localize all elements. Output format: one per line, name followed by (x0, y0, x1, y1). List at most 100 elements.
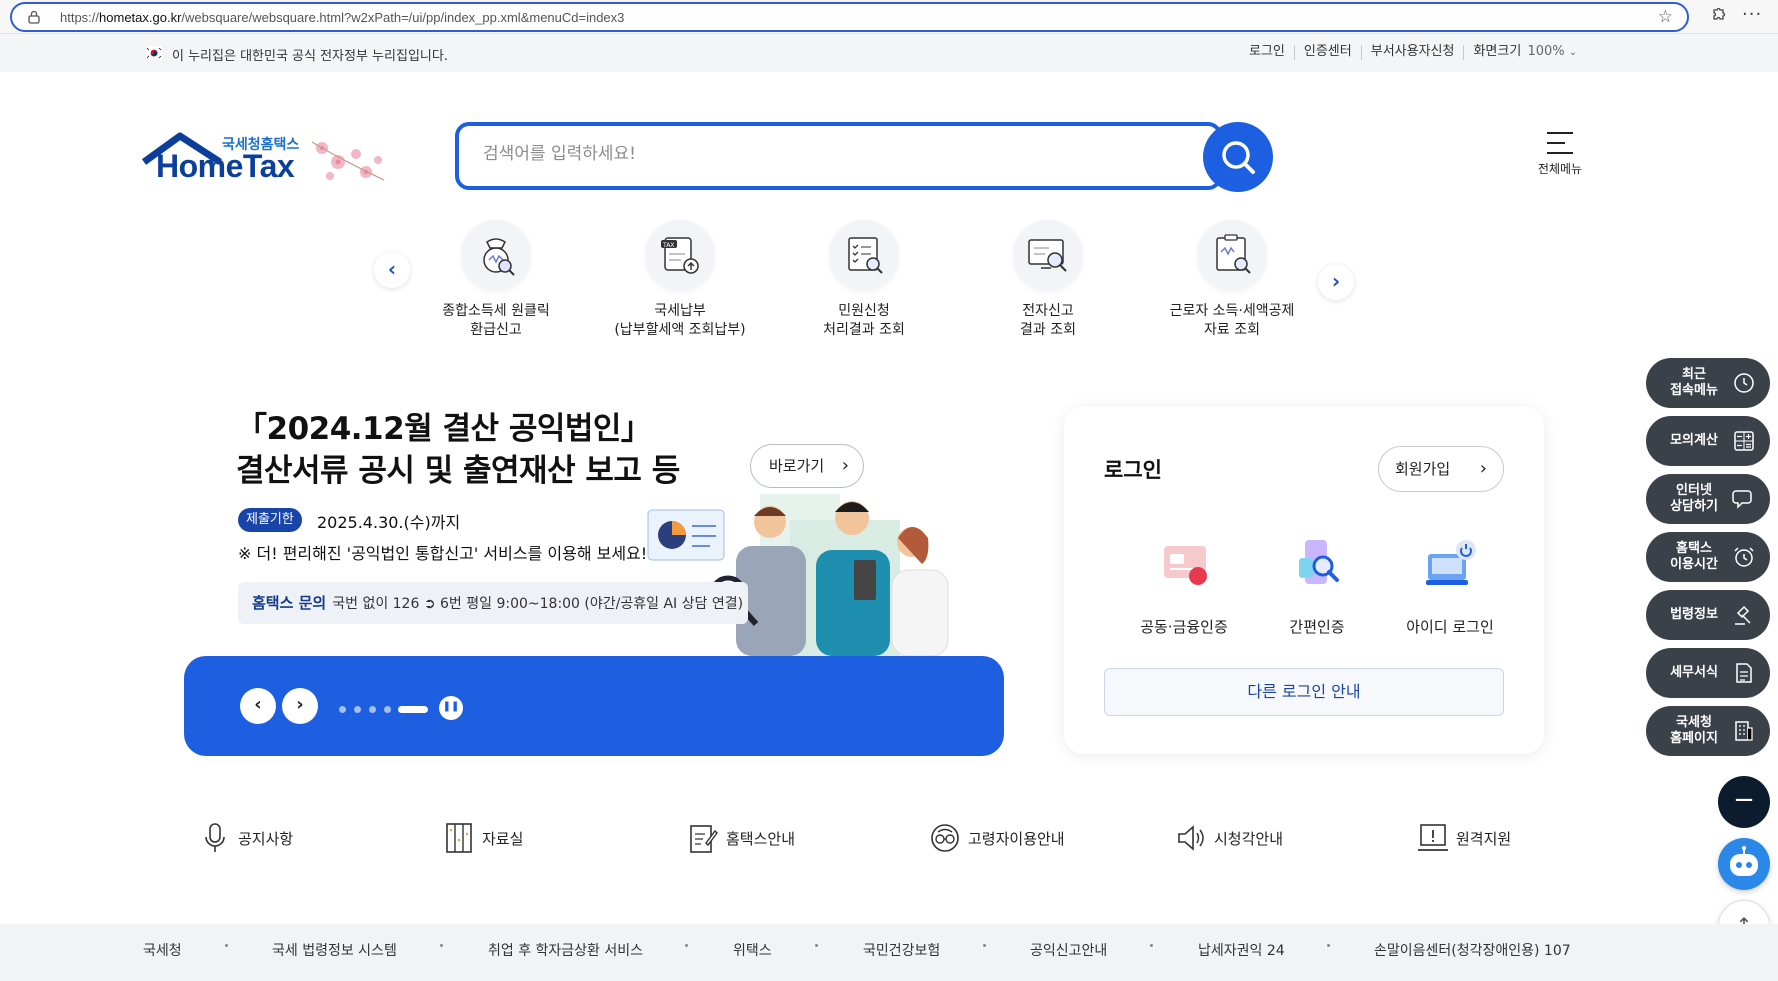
simple-cert-option[interactable]: 간편인증 (1257, 536, 1377, 637)
footer-separator (225, 944, 228, 947)
quick-menu-label: 민원신청 (838, 303, 890, 319)
float-menu-label: 홈페이지 (1670, 731, 1718, 746)
bookmark-star-icon[interactable]: ☆ (1658, 7, 1673, 27)
microphone-icon (205, 823, 225, 852)
float-menu-tax-forms[interactable]: 세무서식 (1646, 648, 1770, 698)
simple-auth-icon (1299, 540, 1339, 584)
browser-toolbar: https://hometax.go.kr/websquare/websquar… (0, 0, 1778, 34)
slide-dot[interactable] (354, 706, 361, 713)
signup-label: 회원가입 (1395, 460, 1451, 478)
float-menu-label: 최근 (1682, 367, 1706, 382)
chevron-right-icon: › (1479, 458, 1487, 479)
util-dept-user-link[interactable]: 부서사용자신청 (1362, 45, 1465, 60)
float-menu-law-info[interactable]: 법령정보 (1646, 590, 1770, 640)
float-menu-nts-homepage[interactable]: 국세청 홈페이지 (1646, 706, 1770, 756)
float-menu-label: 접속메뉴 (1670, 383, 1718, 398)
quick-menu-item[interactable]: 종합소득세 원클릭 환급신고 (426, 220, 566, 340)
footer-separator (983, 944, 986, 947)
float-menu-hours[interactable]: 홈택스 이용시간 (1646, 532, 1770, 582)
pause-icon: ❚❚ (442, 701, 460, 712)
banner-title-line: 「2024.12월 결산 공익법인」 (236, 411, 652, 447)
clock-icon (1734, 373, 1754, 393)
collapse-float-menu-button[interactable]: − (1718, 776, 1770, 828)
search-input[interactable] (483, 144, 1123, 164)
quick-menu-prev-button[interactable]: ‹ (374, 252, 410, 288)
footer-link[interactable]: 국민건강보험 (863, 940, 940, 960)
archive-link[interactable]: 자료실 (444, 818, 523, 858)
search-button[interactable] (1203, 122, 1273, 192)
refund-report-icon (461, 220, 531, 290)
svg-text:TAX: TAX (662, 242, 674, 249)
pause-button[interactable]: ❚❚ (439, 696, 463, 720)
login-title: 로그인 (1104, 458, 1162, 482)
footer-link[interactable]: 국세 법령정보 시스템 (272, 940, 397, 960)
audiovisual-guide-link[interactable]: 시청각안내 (1176, 818, 1283, 858)
banner-title-line: 결산서류 공시 및 출연재산 보고 등 (236, 453, 680, 489)
slide-dot[interactable] (384, 706, 391, 713)
monitor-alert-icon (1418, 824, 1448, 851)
deadline-badge: 제출기한 (238, 508, 302, 532)
utility-nav: 로그인 인증센터 부서사용자신청 화면크기 100% ⌄ (1240, 45, 1586, 60)
footer-link[interactable]: 공익신고안내 (1030, 940, 1107, 960)
chevron-right-icon: › (841, 455, 849, 476)
banner-note: ※ 더! 편리해진 '공익법인 통합신고' 서비스를 이용해 보세요! (238, 544, 648, 563)
library-icon (446, 823, 472, 853)
bottom-link-label: 고령자이용안내 (968, 829, 1065, 848)
all-menu-button[interactable]: 전체메뉴 (1530, 130, 1590, 186)
hometax-guide-link[interactable]: 홈택스안내 (688, 818, 795, 858)
screen-size-control[interactable]: 화면크기 100% ⌄ (1464, 45, 1586, 60)
quick-menu-item[interactable]: 근로자 소득·세액공제 자료 조회 (1162, 220, 1302, 340)
signup-button[interactable]: 회원가입 › (1378, 446, 1504, 492)
extensions-icon[interactable] (1708, 7, 1726, 25)
minus-icon: − (1733, 785, 1755, 815)
senior-guide-link[interactable]: 고령자이용안내 (930, 818, 1065, 858)
quick-menu-item[interactable]: 민원신청 처리결과 조회 (794, 220, 934, 340)
document-edit-icon (690, 825, 718, 853)
notice-link[interactable]: 공지사항 (200, 818, 293, 858)
footer-link[interactable]: 손말이음센터(청각장애인용) 107 (1374, 940, 1571, 960)
tax-payment-icon: TAX (645, 220, 715, 290)
float-menu-internet-consult[interactable]: 인터넷 상담하기 (1646, 474, 1770, 524)
bottom-link-label: 공지사항 (238, 829, 294, 848)
util-login-link[interactable]: 로그인 (1240, 45, 1295, 60)
float-menu-recent[interactable]: 최근 접속메뉴 (1646, 358, 1770, 408)
login-card: 로그인 회원가입 › 공동·금융인증 간편인증 아이디 로그인 다른 로그인 안내 (1064, 406, 1544, 754)
float-menu-label: 세무서식 (1670, 665, 1718, 680)
chatbot-button[interactable] (1718, 838, 1770, 890)
util-cert-center-link[interactable]: 인증센터 (1295, 45, 1362, 60)
screen-size-label: 화면크기 (1473, 44, 1522, 59)
more-menu-icon[interactable]: ··· (1742, 4, 1762, 25)
quick-menu-item[interactable]: TAX 국세납부 (납부할세액 조회납부) (610, 220, 750, 340)
chevron-down-icon: ⌄ (1568, 47, 1578, 58)
form-icon (1736, 663, 1752, 683)
quick-menu-label: 환급신고 (470, 322, 522, 338)
lock-icon (28, 10, 40, 24)
other-login-guide-button[interactable]: 다른 로그인 안내 (1104, 668, 1504, 716)
float-menu-simulation[interactable]: 모의계산 (1646, 416, 1770, 466)
slide-dot[interactable] (339, 706, 346, 713)
chat-icon (1732, 490, 1752, 509)
quick-menu-item[interactable]: 전자신고 결과 조회 (978, 220, 1118, 340)
joint-financial-cert-option[interactable]: 공동·금융인증 (1124, 536, 1244, 637)
quick-menu-next-button[interactable]: › (1318, 264, 1354, 300)
search-icon (1222, 141, 1255, 174)
hamburger-icon (1547, 132, 1573, 154)
address-bar[interactable]: https://hometax.go.kr/websquare/websquar… (10, 2, 1689, 32)
footer-link[interactable]: 취업 후 학자금상환 서비스 (488, 940, 643, 960)
remote-support-link[interactable]: 원격지원 (1418, 818, 1511, 858)
footer-separator (440, 944, 443, 947)
login-option-label: 간편인증 (1289, 618, 1345, 636)
hometax-logo[interactable]: 국세청홈택스 HomeTax (142, 128, 387, 188)
banner-next-button[interactable]: › (282, 688, 318, 724)
banner-prev-button[interactable]: ‹ (240, 688, 276, 724)
footer-link[interactable]: 납세자권익 24 (1198, 940, 1285, 960)
login-option-label: 아이디 로그인 (1406, 618, 1494, 636)
slide-dot[interactable] (369, 706, 376, 713)
footer-link[interactable]: 국세청 (143, 940, 182, 960)
banner-go-button[interactable]: 바로가기 › (750, 444, 864, 488)
footer-link[interactable]: 위택스 (733, 940, 772, 960)
deduction-data-icon (1197, 220, 1267, 290)
float-menu-label: 모의계산 (1670, 433, 1718, 448)
slide-dot-active[interactable] (398, 706, 428, 713)
id-login-option[interactable]: 아이디 로그인 (1390, 536, 1510, 637)
